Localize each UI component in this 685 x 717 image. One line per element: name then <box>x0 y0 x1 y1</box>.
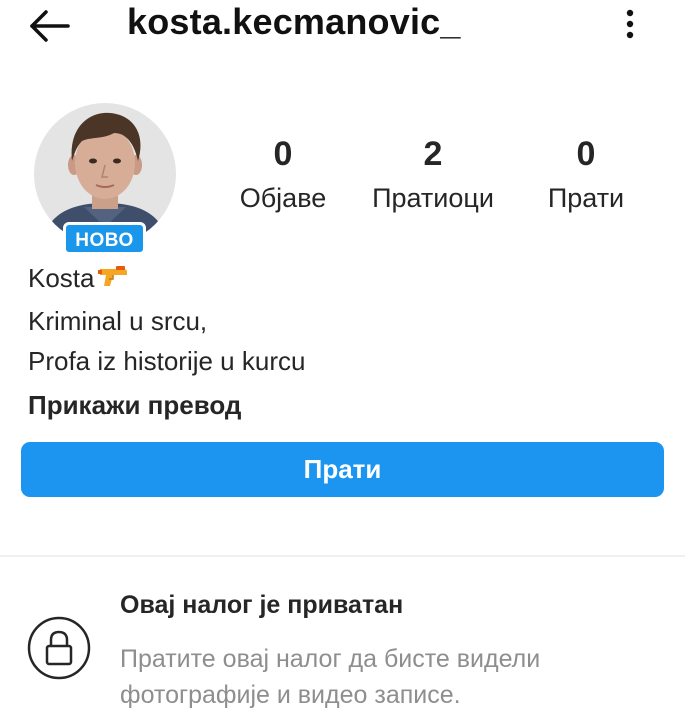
new-badge: НОВО <box>63 222 146 255</box>
show-translation-link[interactable]: Прикажи превод <box>28 385 658 425</box>
stat-posts-value: 0 <box>273 135 293 173</box>
section-divider <box>0 555 685 557</box>
stat-posts-label: Објаве <box>239 183 327 213</box>
profile-bio: Kosta Kriminal u srcu, Profa iz historij… <box>28 258 658 425</box>
stat-following-value: 0 <box>576 135 596 173</box>
bio-name: Kosta <box>28 263 95 293</box>
stat-following-label: Прати <box>547 183 625 213</box>
stat-followers-label: Пратиоци <box>372 183 494 213</box>
bio-name-line: Kosta <box>28 258 658 301</box>
follow-button[interactable]: Прати <box>21 442 664 497</box>
private-account-description: Пратите овај налог да бисте видели фотог… <box>120 645 541 709</box>
private-account-title: Овај налог је приватан <box>120 591 404 619</box>
bio-line-1: Kriminal u srcu, <box>28 306 208 336</box>
profile-username: kosta.kecmanovic_ <box>127 1 461 42</box>
back-button[interactable] <box>26 6 74 46</box>
stat-followers[interactable]: 2 Пратиоци <box>358 133 508 221</box>
profile-header: kosta.kecmanovic_ <box>0 0 685 56</box>
lock-icon <box>27 616 91 680</box>
arrow-left-icon <box>30 10 70 42</box>
more-vertical-icon <box>626 9 634 39</box>
stat-followers-value: 2 <box>423 135 443 173</box>
stat-following[interactable]: 0 Прати <box>532 133 640 221</box>
bio-line-2: Profa iz historije u kurcu <box>28 346 306 376</box>
more-options-button[interactable] <box>616 6 644 42</box>
water-pistol-icon <box>96 261 130 301</box>
stat-posts[interactable]: 0 Објаве <box>228 133 338 221</box>
